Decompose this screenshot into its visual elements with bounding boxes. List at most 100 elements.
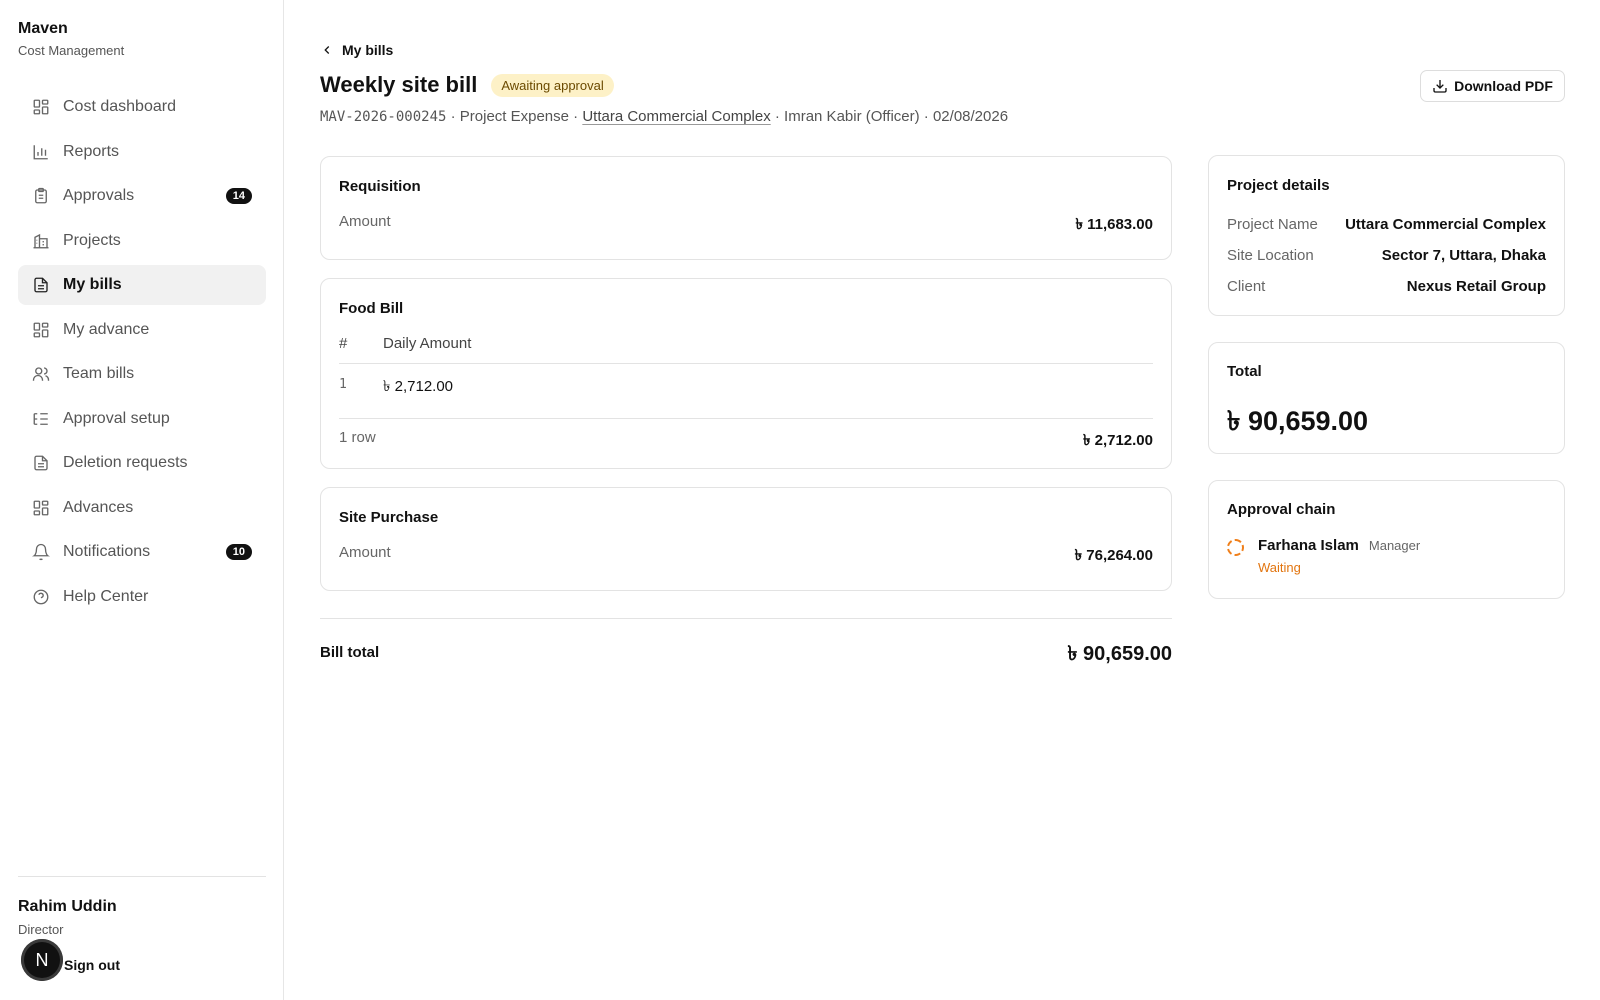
project-details-card: Project details Project Name Uttara Comm… — [1208, 155, 1565, 316]
site-purchase-amount: ৳ 76,264.00 — [1074, 547, 1153, 564]
sidebar-item-label: Help Center — [63, 587, 149, 605]
sidebar-item-label: My bills — [63, 276, 122, 293]
sidebar-item-deletion-requests[interactable]: Deletion requests — [18, 443, 266, 483]
project-link[interactable]: Uttara Commercial Complex — [582, 108, 770, 125]
sidebar-item-approval-setup[interactable]: Approval setup — [18, 399, 266, 439]
sidebar-item-cost-dashboard[interactable]: Cost dashboard — [18, 87, 266, 127]
approver-role: Manager — [1368, 538, 1421, 553]
sidebar-item-help-center[interactable]: Help Center — [18, 577, 266, 617]
chevron-left-icon — [324, 46, 330, 54]
bill-meta: MAV-2026-000245 · Project Expense · Utta… — [320, 108, 1008, 125]
brand-name: Maven — [18, 20, 68, 37]
download-icon — [1433, 80, 1447, 93]
sidebar-item-projects[interactable]: Projects — [18, 221, 266, 261]
user-panel: Rahim Uddin Director N Sign out — [18, 876, 266, 981]
bill-total-row: Bill total ৳ 90,659.00 — [320, 618, 1172, 665]
approval-chain-title: Approval chain — [1227, 501, 1336, 518]
requisition-amount-row: Amount ৳ 11,683.00 — [339, 213, 1153, 238]
site-location-row: Site Location Sector 7, Uttara, Dhaka — [1227, 247, 1546, 264]
dashboard-icon — [32, 321, 50, 339]
document-icon — [32, 454, 50, 472]
dashboard-icon — [32, 499, 50, 517]
notifications-count-badge: 10 — [225, 544, 252, 560]
pending-status-icon — [1227, 539, 1244, 556]
approver-name: Farhana Islam — [1258, 537, 1359, 554]
client-label: Client — [1227, 278, 1266, 295]
status-badge: Awaiting approval — [491, 73, 614, 97]
bill-total-label: Bill total — [320, 644, 380, 661]
back-link-label: My bills — [342, 42, 394, 58]
dashboard-icon — [32, 98, 50, 116]
bar-chart-icon — [32, 143, 50, 161]
sidebar-item-label: Reports — [63, 142, 120, 160]
sidebar-item-team-bills[interactable]: Team bills — [18, 354, 266, 394]
user-role: Director — [18, 922, 64, 937]
row-index: 1 — [339, 377, 347, 392]
help-circle-icon — [32, 588, 50, 606]
sidebar-item-label: Approval setup — [63, 409, 170, 427]
total-value: ৳ 90,659.00 — [1227, 406, 1369, 436]
meta-submitter: · Imran Kabir (Officer) · 02/08/2026 — [770, 108, 1009, 125]
sidebar-item-advances[interactable]: Advances — [18, 488, 266, 528]
main-content: My bills Weekly site bill Awaiting appro… — [284, 0, 1600, 1000]
total-title: Total — [1227, 363, 1262, 380]
approver-status: Waiting — [1258, 560, 1301, 575]
bill-total-value: ৳ 90,659.00 — [1067, 643, 1173, 665]
client-row: Client Nexus Retail Group — [1227, 278, 1546, 295]
sidebar-item-label: Projects — [63, 231, 121, 249]
client-value: Nexus Retail Group — [1406, 278, 1546, 295]
site-purchase-amount-row: Amount ৳ 76,264.00 — [339, 544, 1153, 569]
site-purchase-amount-label: Amount — [339, 544, 391, 561]
food-bill-subtotal: ৳ 2,712.00 — [1082, 432, 1153, 449]
site-purchase-card: Site Purchase Amount ৳ 76,264.00 — [320, 487, 1172, 591]
sidebar-item-label: Deletion requests — [63, 454, 188, 471]
sidebar-item-my-advance[interactable]: My advance — [18, 310, 266, 350]
brand: Maven Cost Management — [18, 20, 124, 58]
list-tree-icon — [32, 410, 50, 428]
total-card: Total ৳ 90,659.00 — [1208, 342, 1565, 454]
requisition-amount-label: Amount — [339, 213, 391, 230]
meta-separator: · Project Expense · — [446, 108, 583, 125]
page-title: Weekly site bill — [320, 72, 478, 97]
sidebar: Maven Cost Management Cost dashboard Rep… — [0, 0, 284, 1000]
sidebar-item-label: Approvals — [63, 187, 135, 204]
requisition-title: Requisition — [339, 178, 421, 195]
approver-line: Farhana Islam Manager — [1258, 537, 1420, 554]
sidebar-item-my-bills[interactable]: My bills — [18, 265, 266, 305]
sidebar-item-label: My advance — [63, 320, 150, 338]
food-bill-footer-row: 1 row ৳ 2,712.00 — [339, 429, 1153, 454]
brand-subtitle: Cost Management — [18, 43, 125, 58]
sidebar-item-label: Notifications — [63, 543, 151, 560]
approval-chain-card: Approval chain Farhana Islam Manager Wait… — [1208, 480, 1565, 599]
row-count: 1 row — [339, 429, 376, 446]
avatar[interactable]: N — [21, 939, 63, 981]
sidebar-item-reports[interactable]: Reports — [18, 132, 266, 172]
user-name: Rahim Uddin — [18, 898, 117, 915]
site-purchase-title: Site Purchase — [339, 509, 439, 526]
title-row: Weekly site bill Awaiting approval — [320, 72, 614, 98]
users-icon — [32, 365, 50, 383]
sidebar-item-label: Advances — [63, 498, 134, 516]
requisition-card: Requisition Amount ৳ 11,683.00 — [320, 156, 1172, 260]
sidebar-item-label: Cost dashboard — [63, 98, 176, 115]
bill-id: MAV-2026-000245 — [320, 109, 447, 125]
project-name-row: Project Name Uttara Commercial Complex — [1227, 216, 1546, 233]
food-bill-title: Food Bill — [339, 300, 404, 317]
project-name-value: Uttara Commercial Complex — [1345, 216, 1546, 233]
download-pdf-label: Download PDF — [1454, 78, 1553, 94]
sidebar-nav: Cost dashboard Reports Approvals 14 Proj… — [18, 87, 266, 621]
sign-out-button[interactable]: Sign out — [64, 957, 120, 973]
sidebar-item-label: Team bills — [63, 365, 135, 382]
food-bill-card: Food Bill # Daily Amount 1 ৳ 2,712.00 1 … — [320, 278, 1172, 469]
clipboard-icon — [32, 187, 50, 205]
approvals-count-badge: 14 — [225, 188, 252, 204]
sidebar-item-approvals[interactable]: Approvals 14 — [18, 176, 266, 216]
site-location-label: Site Location — [1227, 247, 1314, 264]
row-daily-amount: ৳ 2,712.00 — [383, 378, 454, 395]
sidebar-item-notifications[interactable]: Notifications 10 — [18, 532, 266, 572]
download-pdf-button[interactable]: Download PDF — [1420, 70, 1565, 102]
back-link[interactable]: My bills — [320, 42, 393, 58]
column-header-index: # — [339, 335, 348, 352]
column-header-daily-amount: Daily Amount — [383, 335, 472, 352]
project-details-title: Project details — [1227, 177, 1330, 194]
